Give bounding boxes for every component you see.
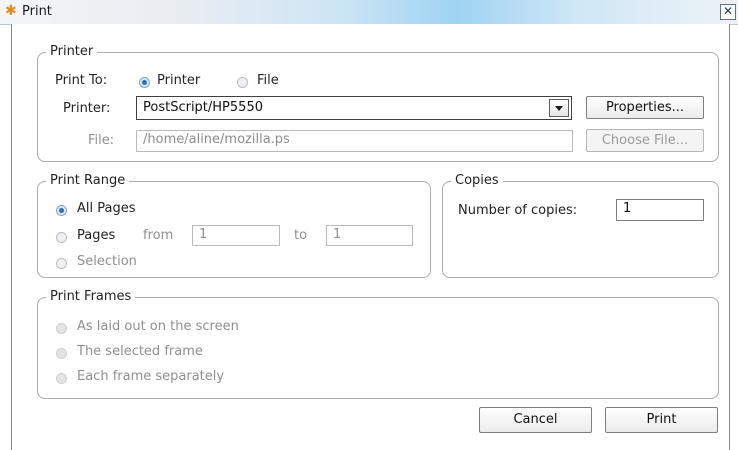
pages-radio[interactable] [56, 232, 67, 243]
copies-legend: Copies [451, 173, 503, 188]
print-range-legend: Print Range [46, 173, 130, 188]
choose-file-button[interactable]: Choose File... [586, 129, 704, 152]
copies-group: Copies [442, 173, 719, 278]
print-to-printer-radio[interactable] [139, 77, 150, 88]
print-frames-legend: Print Frames [46, 289, 136, 304]
chevron-down-icon[interactable] [549, 99, 569, 117]
printer-select[interactable]: PostScript/HP5550 [136, 96, 572, 120]
close-button[interactable]: ✕ [720, 4, 736, 20]
to-label: to [294, 228, 308, 243]
print-to-file-label[interactable]: File [257, 73, 279, 88]
selection-radio[interactable] [56, 258, 67, 269]
print-dialog: ✱ Print ✕ Printer Print To: Printer File… [0, 0, 738, 450]
to-page-field[interactable]: 1 [326, 225, 413, 246]
print-button[interactable]: Print [605, 407, 718, 433]
printer-select-value: PostScript/HP5550 [143, 100, 263, 115]
printer-app-icon: ✱ [5, 3, 17, 19]
from-label: from [143, 228, 174, 243]
number-of-copies-label: Number of copies: [458, 203, 578, 218]
frames-each-separately-label[interactable]: Each frame separately [77, 369, 224, 384]
frames-selected-frame-radio[interactable] [56, 348, 67, 359]
print-to-file-radio[interactable] [237, 77, 248, 88]
all-pages-label[interactable]: All Pages [77, 201, 136, 216]
selection-label[interactable]: Selection [77, 254, 137, 269]
print-to-label: Print To: [55, 73, 108, 88]
pages-label[interactable]: Pages [77, 228, 115, 243]
file-label: File: [88, 133, 115, 148]
title-bar: ✱ Print ✕ [0, 0, 738, 25]
printer-label: Printer: [63, 101, 111, 116]
file-path-field[interactable]: /home/aline/mozilla.ps [136, 130, 573, 152]
copies-field[interactable]: 1 [616, 199, 704, 221]
properties-button[interactable]: Properties... [586, 96, 704, 119]
printer-group-legend: Printer [46, 44, 98, 59]
all-pages-radio[interactable] [56, 205, 67, 216]
close-icon: ✕ [722, 4, 734, 18]
print-to-printer-label[interactable]: Printer [157, 73, 200, 88]
frames-as-laid-out-label[interactable]: As laid out on the screen [77, 319, 239, 334]
cancel-button[interactable]: Cancel [479, 407, 592, 433]
frames-selected-frame-label[interactable]: The selected frame [77, 344, 203, 359]
frames-each-separately-radio[interactable] [56, 373, 67, 384]
from-page-field[interactable]: 1 [192, 225, 280, 246]
window-title: Print [22, 4, 52, 19]
frames-as-laid-out-radio[interactable] [56, 323, 67, 334]
